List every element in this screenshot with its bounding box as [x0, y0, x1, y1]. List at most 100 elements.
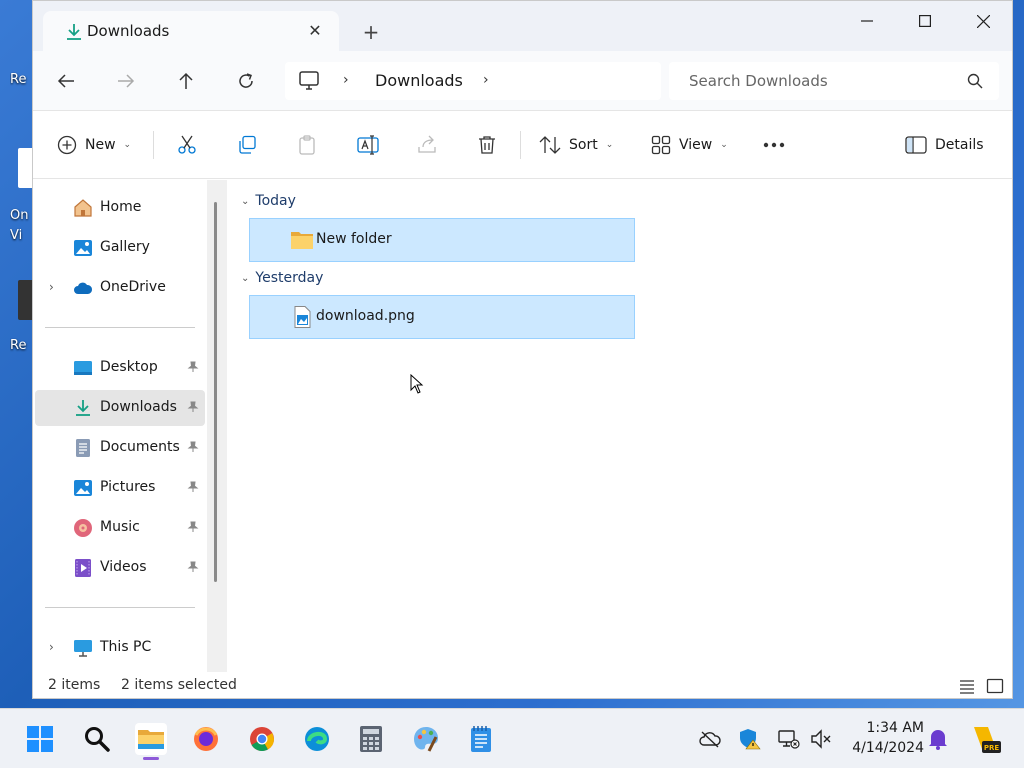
- forward-button[interactable]: [109, 66, 143, 96]
- sidebar-item-videos[interactable]: Videos: [35, 550, 205, 586]
- bell-icon: [929, 730, 947, 750]
- maximize-button[interactable]: [896, 1, 954, 41]
- group-header-yesterday[interactable]: ⌄ Yesterday: [241, 270, 323, 286]
- search-input[interactable]: [669, 62, 959, 100]
- volume-tray-icon[interactable]: [810, 728, 832, 750]
- sidebar-item-music[interactable]: Music: [35, 510, 205, 546]
- navigation-pane-scrollbar[interactable]: [207, 180, 227, 672]
- pin-icon[interactable]: [187, 481, 199, 493]
- chrome-button[interactable]: [246, 723, 278, 755]
- file-item-folder[interactable]: New folder: [249, 218, 635, 262]
- sidebar-item-onedrive[interactable]: › OneDrive: [35, 270, 205, 306]
- file-name: download.png: [316, 308, 415, 324]
- breadcrumb-separator-icon[interactable]: ›: [343, 72, 349, 88]
- onedrive-tray-icon[interactable]: [699, 728, 721, 750]
- delete-button[interactable]: [477, 129, 497, 161]
- grid-view-icon: [651, 135, 671, 155]
- desktop-icon-label[interactable]: Re: [10, 72, 34, 87]
- new-tab-button[interactable]: +: [359, 21, 383, 45]
- documents-icon: [76, 439, 90, 457]
- new-button[interactable]: New ⌄: [57, 129, 131, 161]
- breadcrumb-downloads[interactable]: Downloads: [375, 71, 463, 90]
- paste-button[interactable]: [297, 129, 317, 161]
- selection-count: 2 items selected: [121, 677, 237, 693]
- copy-icon: [239, 135, 256, 154]
- pin-icon[interactable]: [187, 401, 199, 413]
- security-tray-icon[interactable]: [739, 728, 761, 750]
- music-icon: [74, 519, 92, 537]
- sidebar-item-gallery[interactable]: Gallery: [35, 230, 205, 266]
- copilot-preview-button[interactable]: PRE: [970, 723, 1002, 755]
- back-button[interactable]: [49, 66, 83, 96]
- search-icon[interactable]: [967, 73, 983, 89]
- item-count: 2 items: [48, 677, 101, 693]
- sidebar-item-home[interactable]: Home: [35, 190, 205, 226]
- tab-downloads[interactable]: Downloads ✕: [43, 11, 339, 51]
- download-icon: [76, 400, 90, 416]
- file-explorer-taskbar-button[interactable]: [135, 723, 167, 760]
- notifications-button[interactable]: [927, 728, 949, 750]
- close-button[interactable]: [954, 1, 1012, 41]
- sort-label: Sort: [569, 137, 598, 153]
- file-name: New folder: [316, 231, 392, 247]
- status-bar: 2 items 2 items selected: [33, 672, 1012, 698]
- scrollbar-thumb[interactable]: [214, 202, 217, 582]
- chevron-right-icon[interactable]: ›: [49, 280, 54, 294]
- firefox-button[interactable]: [190, 723, 222, 755]
- search-box[interactable]: [669, 62, 999, 100]
- pin-icon[interactable]: [187, 561, 199, 573]
- more-options-button[interactable]: [763, 129, 785, 161]
- onedrive-cloud-icon: [74, 282, 93, 294]
- sidebar-item-pictures[interactable]: Pictures: [35, 470, 205, 506]
- sidebar-item-downloads[interactable]: Downloads: [35, 390, 205, 426]
- sidebar-item-documents[interactable]: Documents: [35, 430, 205, 466]
- details-button[interactable]: Details: [905, 129, 984, 161]
- file-explorer-window: Downloads ✕ + › Downloads › Search Downl…: [32, 0, 1013, 699]
- up-button[interactable]: [169, 66, 203, 96]
- pin-icon[interactable]: [187, 441, 199, 453]
- chevron-right-icon[interactable]: ›: [49, 640, 54, 654]
- sidebar-item-this-pc[interactable]: › This PC: [35, 630, 205, 666]
- clock[interactable]: 1:34 AM 4/14/2024: [846, 718, 924, 758]
- sidebar-item-desktop[interactable]: Desktop: [35, 350, 205, 386]
- pin-icon[interactable]: [187, 361, 199, 373]
- search-button[interactable]: [81, 723, 113, 755]
- desktop-folder-icon: [74, 361, 92, 375]
- view-button[interactable]: View ⌄: [651, 129, 728, 161]
- new-label: New: [85, 137, 116, 153]
- details-view-icon[interactable]: [958, 677, 976, 695]
- file-item-image[interactable]: download.png: [249, 295, 635, 339]
- share-button[interactable]: [417, 129, 437, 161]
- plus-circle-icon: [57, 135, 77, 155]
- sort-button[interactable]: Sort ⌄: [539, 129, 613, 161]
- address-bar[interactable]: › Downloads ›: [285, 62, 661, 100]
- large-icons-view-icon[interactable]: [986, 677, 1004, 695]
- shield-warning-icon: [740, 729, 761, 750]
- desktop-icon-label[interactable]: Re: [10, 338, 34, 353]
- this-pc-icon: [74, 640, 92, 657]
- navigation-bar: › Downloads ›: [33, 51, 1012, 111]
- copy-button[interactable]: [237, 129, 257, 161]
- network-tray-icon[interactable]: [778, 728, 800, 750]
- pin-icon[interactable]: [187, 521, 199, 533]
- file-list[interactable]: ⌄ Today New folder ⌄ Yesterday download.…: [227, 180, 1012, 672]
- search-icon: [85, 727, 110, 752]
- close-tab-icon[interactable]: ✕: [305, 21, 325, 41]
- desktop-icon-label[interactable]: On Vi: [10, 206, 32, 246]
- group-header-today[interactable]: ⌄ Today: [241, 193, 296, 209]
- refresh-button[interactable]: [229, 66, 263, 96]
- rename-button[interactable]: [357, 129, 379, 161]
- folder-icon: [138, 730, 164, 749]
- chevron-down-icon: ⌄: [720, 140, 728, 150]
- start-button[interactable]: [24, 723, 56, 755]
- minimize-button[interactable]: [838, 1, 896, 41]
- edge-button[interactable]: [301, 723, 333, 755]
- clipboard-icon: [299, 135, 315, 155]
- notepad-button[interactable]: [465, 723, 497, 755]
- edge-icon: [305, 727, 329, 751]
- breadcrumb-separator-icon[interactable]: ›: [483, 72, 489, 88]
- paint-button[interactable]: [410, 723, 442, 755]
- cut-button[interactable]: [177, 129, 197, 161]
- view-label: View: [679, 137, 713, 153]
- calculator-button[interactable]: [355, 723, 387, 755]
